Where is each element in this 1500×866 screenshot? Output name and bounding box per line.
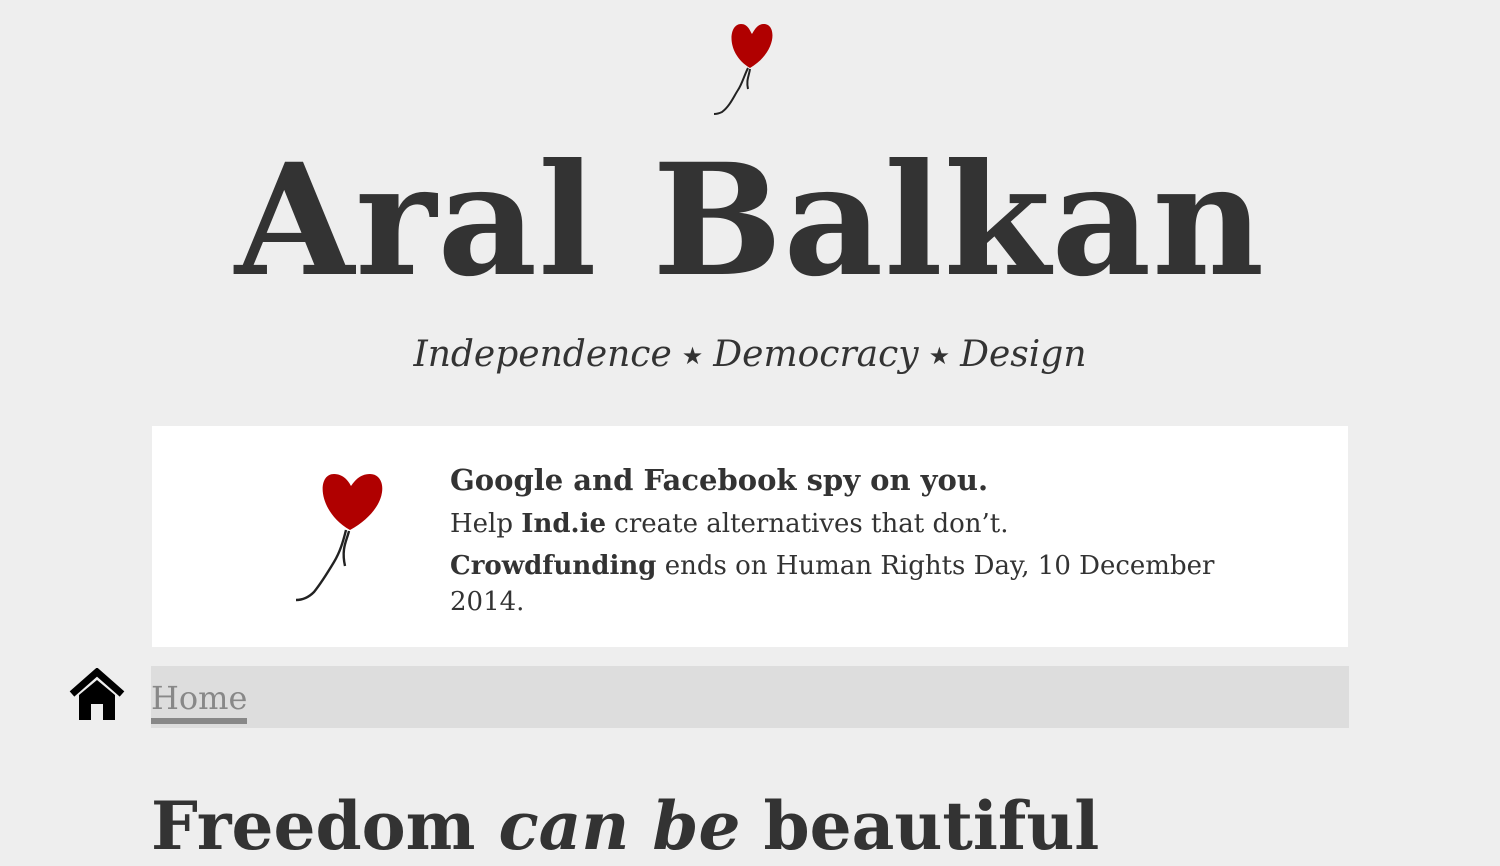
navigation-bar: Home bbox=[151, 666, 1349, 728]
tagline-democracy: Democracy bbox=[713, 334, 919, 375]
post-title[interactable]: Freedom can be beautiful bbox=[151, 786, 1099, 866]
banner-line-crowdfunding: Crowdfunding ends on Human Rights Day, 1… bbox=[450, 548, 1270, 620]
crowdfunding-banner[interactable]: Google and Facebook spy on you. Help Ind… bbox=[152, 426, 1348, 647]
heart-balloon-icon bbox=[713, 24, 773, 115]
banner-text: Google and Facebook spy on you. Help Ind… bbox=[450, 460, 1270, 620]
star-icon: ★ bbox=[928, 342, 951, 370]
site-title: Aral Balkan bbox=[234, 130, 1266, 311]
home-icon[interactable] bbox=[68, 668, 126, 722]
star-icon: ★ bbox=[681, 342, 704, 370]
crowdfunding-link[interactable]: Crowdfunding bbox=[450, 551, 656, 581]
banner-help-suffix: create alternatives that don’t. bbox=[606, 509, 1009, 539]
nav-home-link[interactable]: Home bbox=[151, 678, 248, 724]
post-title-end: beautiful bbox=[740, 787, 1100, 865]
tagline-independence: Independence bbox=[413, 334, 672, 375]
banner-help-prefix: Help bbox=[450, 509, 522, 539]
tagline-design: Design bbox=[960, 334, 1087, 375]
indie-link[interactable]: Ind.ie bbox=[521, 509, 606, 539]
banner-headline: Google and Facebook spy on you. bbox=[450, 463, 989, 497]
heart-balloon-icon bbox=[295, 474, 383, 602]
post-title-start: Freedom bbox=[151, 787, 499, 865]
post-title-emphasis: can be bbox=[498, 787, 741, 865]
site-tagline: Independence ★ Democracy ★ Design bbox=[0, 330, 1500, 383]
banner-line-help: Help Ind.ie create alternatives that don… bbox=[450, 506, 1270, 542]
